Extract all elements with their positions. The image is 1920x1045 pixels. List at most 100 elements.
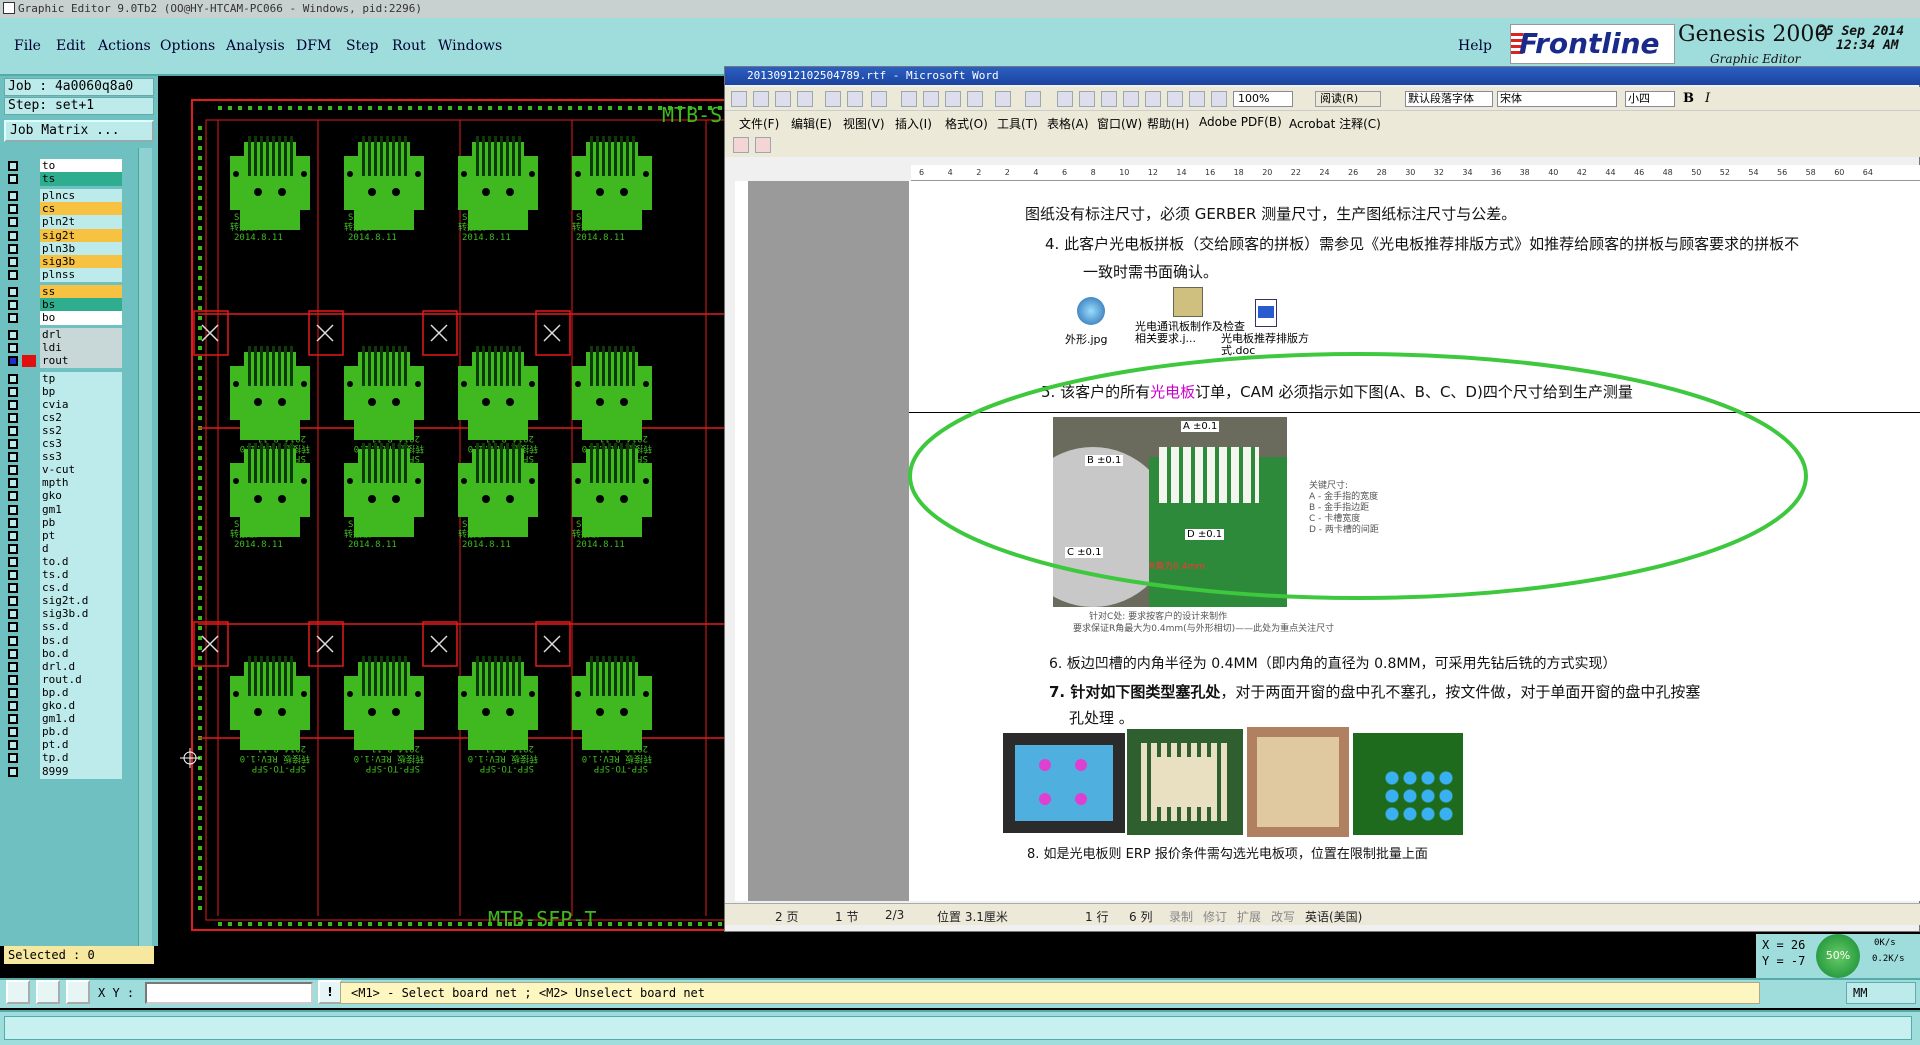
word-menu-table[interactable]: 表格(A) (1047, 115, 1089, 132)
layer-name[interactable]: to (40, 159, 122, 173)
layer-checkbox[interactable] (8, 217, 18, 228)
layer-name[interactable]: cs (40, 202, 122, 217)
layer-checkbox[interactable] (8, 622, 18, 633)
layer-row-gko[interactable]: gko (6, 489, 124, 504)
layer-row-rout.d[interactable]: rout.d (6, 672, 124, 687)
word-menu-window[interactable]: 窗口(W) (1097, 115, 1142, 132)
layer-row-pb[interactable]: pb (6, 515, 124, 530)
layer-checkbox[interactable] (8, 583, 18, 594)
layer-name[interactable]: ts (40, 172, 122, 187)
layer-row-pln3b[interactable]: pln3b (6, 241, 124, 256)
layer-name[interactable]: rout (40, 354, 122, 369)
layer-checkbox[interactable] (8, 517, 18, 528)
layer-checkbox[interactable] (8, 204, 18, 215)
layer-name[interactable]: cs2 (40, 410, 122, 425)
layer-name[interactable]: gm1.d (40, 712, 122, 727)
layer-name[interactable]: pt.d (40, 738, 122, 753)
layer-name[interactable]: mpth (40, 476, 122, 491)
layer-row-bs.d[interactable]: bs.d (6, 633, 124, 648)
layer-checkbox[interactable] (8, 286, 18, 297)
word-menu-insert[interactable]: 插入(I) (895, 115, 932, 132)
layer-name[interactable]: tp.d (40, 751, 122, 766)
layer-row-pt[interactable]: pt (6, 528, 124, 543)
word-menu-edit[interactable]: 编辑(E) (791, 115, 832, 132)
undo-icon[interactable] (995, 91, 1011, 107)
job-matrix-button[interactable]: Job Matrix ... (4, 120, 154, 142)
italic-button[interactable]: I (1705, 91, 1721, 107)
word-menu-adobe-pdf[interactable]: Adobe PDF(B) (1199, 115, 1282, 129)
word-menu-format[interactable]: 格式(O) (945, 115, 988, 132)
layer-checkbox[interactable] (8, 727, 18, 738)
status-track[interactable]: 修订 (1203, 908, 1227, 925)
layer-row-sig3b[interactable]: sig3b (6, 254, 124, 269)
layer-checkbox[interactable] (8, 425, 18, 436)
layer-row-ldi[interactable]: ldi (6, 341, 124, 356)
layer-checkbox[interactable] (8, 243, 18, 254)
layer-row-pt.d[interactable]: pt.d (6, 738, 124, 753)
menu-file[interactable]: File (14, 38, 41, 54)
tables-borders-icon[interactable] (1079, 91, 1095, 107)
layer-row-to[interactable]: to (6, 159, 124, 173)
layer-checkbox[interactable] (8, 753, 18, 764)
layer-row-ts[interactable]: ts (6, 172, 124, 187)
layer-checkbox[interactable] (8, 343, 18, 354)
info-icon[interactable]: ! (318, 980, 342, 1004)
layer-row-sig3b.d[interactable]: sig3b.d (6, 607, 124, 622)
menu-actions[interactable]: Actions (98, 38, 151, 54)
layer-checkbox[interactable] (8, 412, 18, 423)
layer-row-sig2t[interactable]: sig2t (6, 228, 124, 243)
layer-row-bo.d[interactable]: bo.d (6, 646, 124, 661)
net-meter-gauge[interactable]: 50% (1816, 934, 1860, 978)
layer-checkbox[interactable] (8, 556, 18, 567)
layer-row-plncs[interactable]: plncs (6, 189, 124, 204)
layer-name[interactable]: sig2t (40, 228, 122, 243)
layer-row-tp.d[interactable]: tp.d (6, 751, 124, 766)
vertical-ruler[interactable] (735, 181, 749, 901)
layer-name[interactable]: cs3 (40, 437, 122, 451)
layer-checkbox[interactable] (8, 439, 18, 449)
word-menu-help[interactable]: 帮助(H) (1147, 115, 1189, 132)
layer-row-8999[interactable]: 8999 (6, 764, 124, 779)
word-menu-file[interactable]: 文件(F) (739, 115, 779, 132)
measure-icon[interactable] (36, 980, 60, 1004)
layer-checkbox[interactable] (8, 491, 18, 502)
layer-row-ss.d[interactable]: ss.d (6, 620, 124, 635)
document-map-icon[interactable] (1189, 91, 1205, 107)
status-extend[interactable]: 扩展 (1237, 908, 1261, 925)
layer-checkbox[interactable] (8, 356, 18, 367)
layer-checkbox[interactable] (8, 373, 18, 384)
style-select[interactable]: 默认段落字体 (1405, 91, 1493, 107)
menu-dfm[interactable]: DFM (296, 38, 331, 54)
via-photo-1[interactable] (1003, 733, 1125, 833)
layer-row-bp[interactable]: bp (6, 384, 124, 399)
status-record[interactable]: 录制 (1169, 908, 1193, 925)
layer-row-ss[interactable]: ss (6, 284, 124, 299)
layer-name[interactable]: bp (40, 384, 122, 399)
layer-checkbox[interactable] (8, 530, 18, 541)
insert-excel-icon[interactable] (1123, 91, 1139, 107)
via-photo-4[interactable] (1353, 733, 1463, 835)
snap-icon[interactable] (66, 980, 90, 1004)
layer-name[interactable]: pln2t (40, 215, 122, 230)
word-menu-view[interactable]: 视图(V) (843, 115, 885, 132)
menu-rout[interactable]: Rout (392, 38, 426, 54)
columns-icon[interactable] (1145, 91, 1161, 107)
layer-name[interactable]: bs.d (40, 633, 122, 648)
word-menu-acrobat[interactable]: Acrobat 注释(C) (1289, 115, 1381, 132)
image-file-icon[interactable] (1173, 287, 1203, 317)
layer-checkbox[interactable] (8, 504, 18, 515)
drawing-icon[interactable] (1167, 91, 1183, 107)
layer-checkbox[interactable] (8, 452, 18, 463)
layer-name[interactable]: bp.d (40, 685, 122, 700)
layer-checkbox[interactable] (8, 465, 18, 476)
layer-row-ss2[interactable]: ss2 (6, 423, 124, 438)
layer-name[interactable]: pln3b (40, 241, 122, 256)
layer-name[interactable]: gko.d (40, 699, 122, 713)
layer-row-ts.d[interactable]: ts.d (6, 568, 124, 582)
layer-name[interactable]: ss3 (40, 450, 122, 465)
format-painter-icon[interactable] (967, 91, 983, 107)
via-photo-2[interactable] (1127, 729, 1243, 835)
layer-row-cs3[interactable]: cs3 (6, 437, 124, 451)
layer-row-v-cut[interactable]: v-cut (6, 463, 124, 478)
layer-name[interactable]: rout.d (40, 672, 122, 687)
